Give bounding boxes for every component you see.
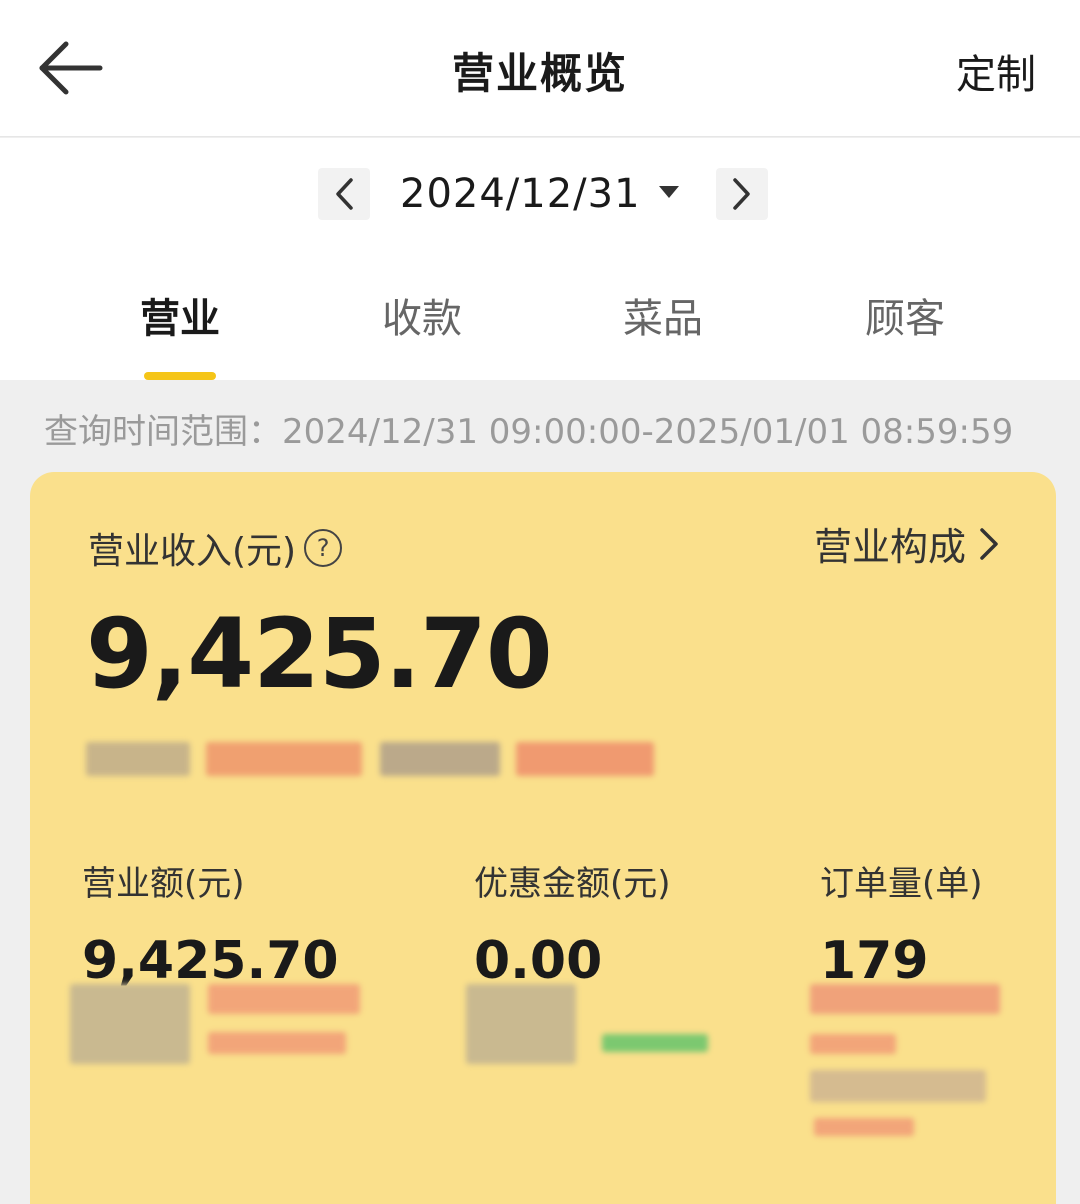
date-dropdown[interactable]: 2024/12/31 bbox=[400, 168, 679, 220]
composition-label: 营业构成 bbox=[813, 525, 966, 569]
tab-customers[interactable]: 顾客 bbox=[805, 286, 1005, 380]
metric-label: 优惠金额(元) bbox=[474, 864, 671, 904]
metric-label: 订单量(单) bbox=[820, 864, 983, 904]
date-and-tabs-panel: 2024/12/31 营业 收款 菜品 顾客 bbox=[0, 138, 1080, 380]
question-circle-icon[interactable]: ? bbox=[304, 529, 343, 567]
tab-label: 收款 bbox=[382, 296, 462, 342]
caret-down-icon bbox=[658, 186, 679, 198]
top-app-bar: 营业概览 定制 bbox=[0, 0, 1080, 137]
tab-dishes[interactable]: 菜品 bbox=[563, 286, 763, 380]
revenue-composition-link[interactable]: 营业构成 bbox=[814, 516, 1000, 571]
page-title: 营业概览 bbox=[451, 49, 628, 98]
tab-payments[interactable]: 收款 bbox=[322, 286, 522, 380]
redacted-block bbox=[516, 742, 654, 776]
revenue-label-row: 营业收入(元) ? bbox=[88, 522, 343, 574]
customize-button[interactable]: 定制 bbox=[956, 42, 1036, 100]
redacted-block bbox=[810, 984, 1000, 1014]
redacted-block bbox=[810, 1070, 986, 1102]
metric-value: 9,425.70 bbox=[82, 931, 339, 991]
query-time-range: 查询时间范围：2024/12/31 09:00:00-2025/01/01 08… bbox=[44, 412, 1014, 452]
redacted-block bbox=[810, 1034, 896, 1054]
revenue-summary-card: 营业收入(元) ? 营业构成 9,425.70 营业额(元) 9,425.70 … bbox=[30, 472, 1056, 1204]
metric-sales: 营业额(元) 9,425.70 bbox=[82, 856, 339, 991]
redacted-block bbox=[466, 984, 576, 1064]
redacted-comparison-row bbox=[86, 742, 666, 776]
metric-value: 0.00 bbox=[474, 931, 603, 991]
redacted-block bbox=[208, 1032, 346, 1054]
redacted-block bbox=[86, 742, 190, 776]
redacted-block bbox=[380, 742, 500, 776]
revenue-label: 营业收入(元) bbox=[88, 531, 297, 572]
revenue-amount: 9,425.70 bbox=[86, 598, 553, 710]
metric-value: 179 bbox=[820, 931, 929, 991]
redacted-block bbox=[208, 984, 360, 1014]
metric-discount: 优惠金额(元) 0.00 bbox=[474, 856, 671, 991]
tab-business[interactable]: 营业 bbox=[80, 286, 280, 380]
previous-date-button[interactable] bbox=[318, 168, 370, 220]
redacted-block bbox=[206, 742, 362, 776]
next-date-button[interactable] bbox=[716, 168, 768, 220]
chevron-right-icon bbox=[980, 527, 998, 560]
tab-label: 营业 bbox=[140, 296, 220, 342]
tab-label: 菜品 bbox=[623, 296, 703, 342]
redacted-block bbox=[814, 1118, 914, 1136]
metric-label: 营业额(元) bbox=[82, 864, 245, 904]
metric-orders: 订单量(单) 179 bbox=[820, 856, 983, 991]
redacted-block bbox=[70, 984, 190, 1064]
chevron-left-icon bbox=[336, 178, 353, 210]
redacted-block bbox=[602, 1034, 708, 1052]
tab-label: 顾客 bbox=[865, 296, 945, 342]
selected-date: 2024/12/31 bbox=[400, 171, 641, 217]
active-tab-indicator bbox=[144, 372, 216, 380]
chevron-right-icon bbox=[733, 178, 750, 210]
tab-bar: 营业 收款 菜品 顾客 bbox=[0, 286, 1080, 380]
